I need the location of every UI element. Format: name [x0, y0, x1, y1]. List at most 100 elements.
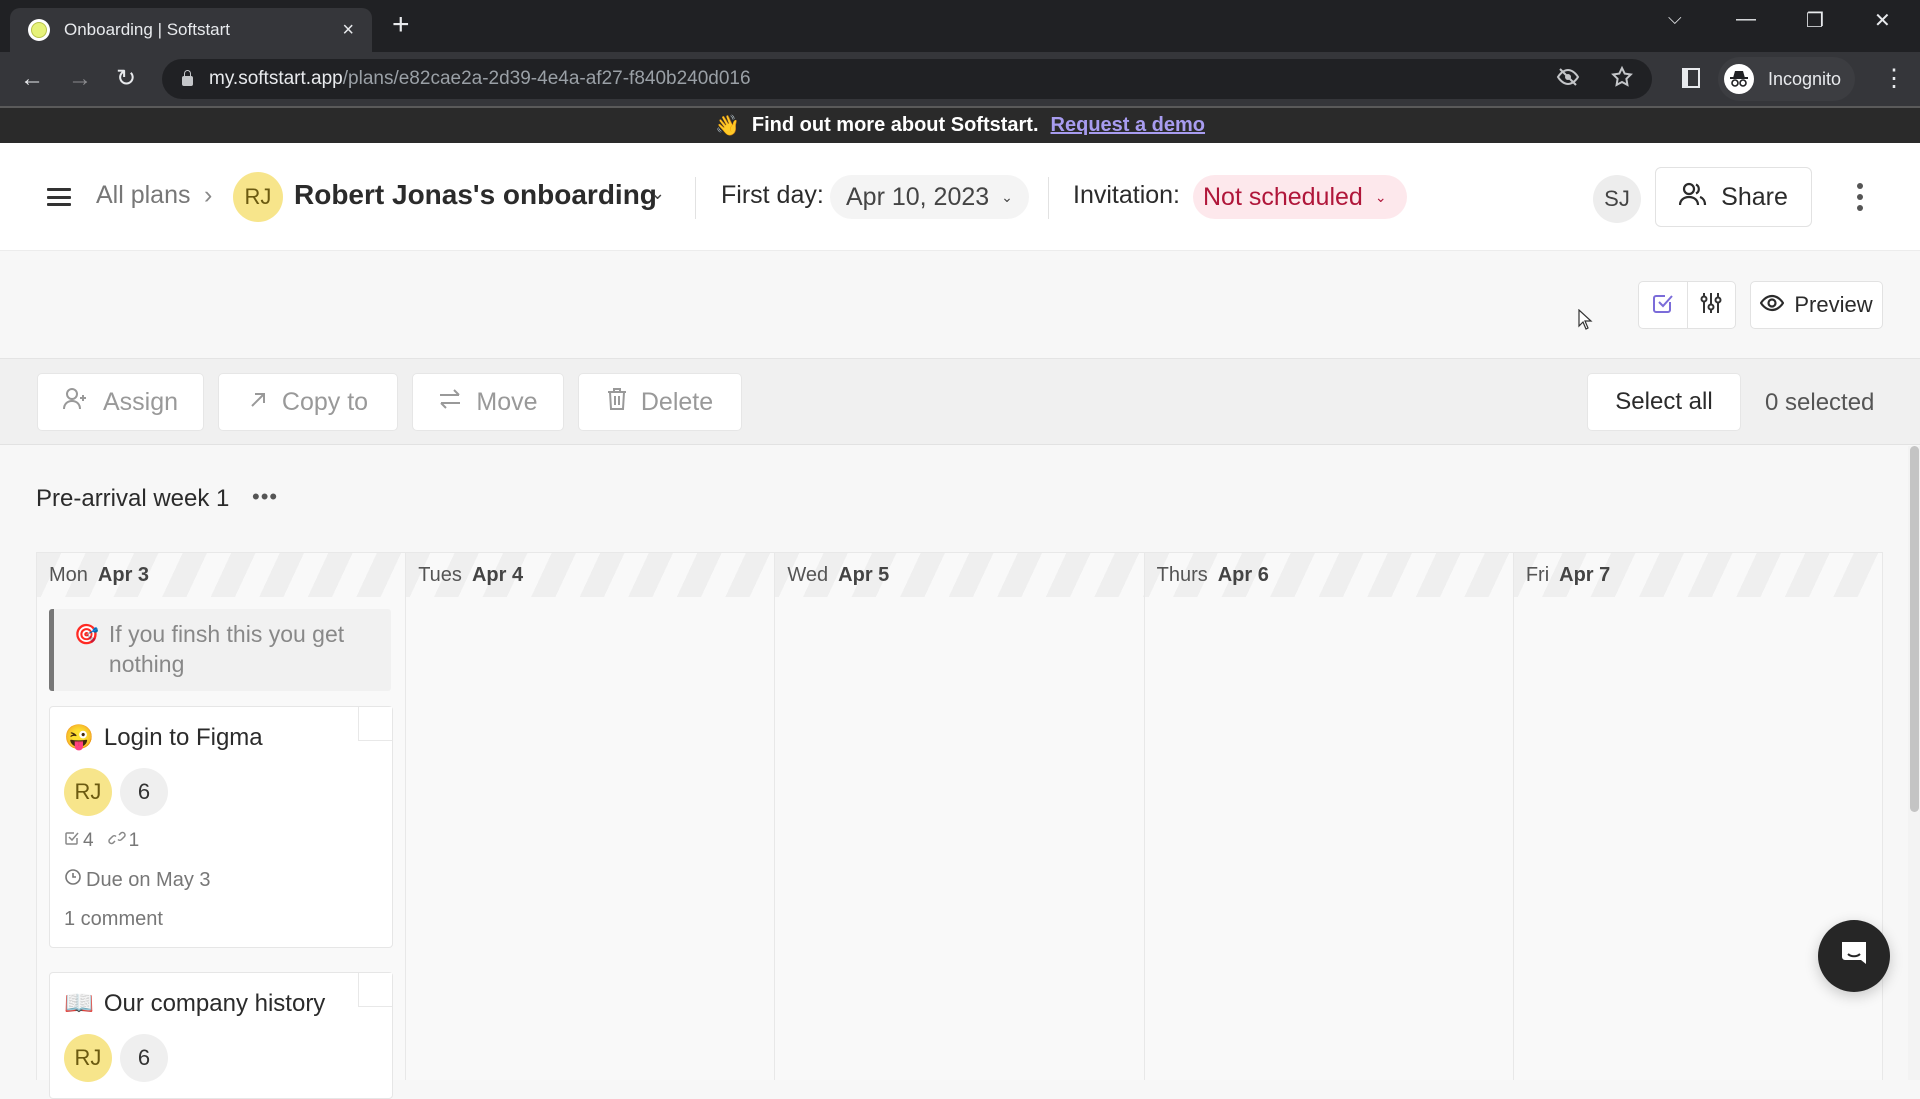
task-select-checkbox[interactable]	[358, 973, 392, 1007]
open-book-icon: 📖	[64, 990, 94, 1017]
filter-settings-button[interactable]	[1686, 282, 1736, 328]
first-day-value: Apr 10, 2023	[846, 182, 990, 211]
clock-icon	[64, 868, 82, 892]
plan-chevron-down-icon[interactable]: ⌄	[650, 183, 665, 204]
softstart-favicon-icon	[28, 19, 50, 41]
request-demo-link[interactable]: Request a demo	[1051, 114, 1205, 137]
checklist-count: 4	[83, 830, 94, 851]
plan-title[interactable]: Robert Jonas's onboarding	[294, 179, 657, 211]
scrollbar-thumb[interactable]	[1910, 446, 1919, 812]
move-button[interactable]: Move	[412, 373, 564, 431]
side-panel-icon[interactable]	[1682, 68, 1700, 88]
task-title: Login to Figma	[103, 723, 263, 751]
browser-toolbar: ← → ↻ my.softstart.app/plans/e82cae2a-2d…	[0, 52, 1920, 106]
plan-header: All plans › RJ Robert Jonas's onboarding…	[0, 143, 1920, 251]
share-button[interactable]: Share	[1655, 167, 1812, 227]
day-name: Mon	[49, 563, 88, 586]
restore-button[interactable]: ❐	[1806, 8, 1824, 33]
reload-icon[interactable]: ↻	[116, 64, 136, 94]
assignee-avatar: RJ	[64, 768, 112, 816]
invitation-status: Not scheduled	[1203, 182, 1363, 211]
arrow-up-right-icon	[248, 388, 268, 417]
checkbox-icon	[1652, 292, 1674, 319]
bookmark-star-icon[interactable]	[1610, 65, 1634, 95]
select-all-button[interactable]: Select all	[1587, 373, 1741, 431]
view-toolbar: Preview	[0, 251, 1920, 359]
browser-tab[interactable]: Onboarding | Softstart ×	[10, 8, 372, 52]
checklist-icon	[64, 830, 80, 852]
due-date: Due on May 3	[86, 868, 211, 891]
delete-button[interactable]: Delete	[578, 373, 742, 431]
mouse-cursor-icon	[1578, 308, 1594, 336]
day-column: Mon Apr 3 🎯 If you finsh this you get no…	[37, 553, 407, 1099]
tab-search-icon[interactable]: ⌵	[1668, 8, 1682, 29]
checklist-view-button[interactable]	[1639, 282, 1687, 328]
tab-title: Onboarding | Softstart	[64, 20, 231, 39]
day-name: Fri	[1525, 563, 1550, 586]
incognito-profile-button[interactable]: Incognito	[1718, 57, 1856, 101]
user-avatar[interactable]: SJ	[1593, 175, 1641, 223]
browser-menu-icon[interactable]: ⋮	[1882, 64, 1906, 93]
breadcrumb-separator-icon: ›	[204, 181, 213, 209]
view-toggle-group	[1638, 281, 1736, 329]
close-window-button[interactable]: ✕	[1874, 8, 1891, 33]
tab-close-icon[interactable]: ×	[342, 19, 354, 42]
note-card[interactable]: 🎯 If you finsh this you get nothing	[49, 609, 391, 691]
day-column: Wed Apr 5	[775, 553, 1145, 1080]
new-tab-button[interactable]: +	[392, 10, 410, 40]
bulk-action-bar: Assign Copy to Move Delete Select all 0 …	[0, 359, 1920, 445]
users-icon	[1679, 181, 1707, 214]
day-header: Fri Apr 7	[1513, 553, 1883, 597]
minimize-button[interactable]: —	[1736, 8, 1756, 31]
chat-support-button[interactable]	[1818, 920, 1890, 992]
note-text: If you finsh this you get nothing	[108, 621, 345, 677]
promo-banner: 👋 Find out more about Softstart. Request…	[0, 106, 1920, 143]
assign-label: Assign	[102, 387, 179, 416]
section-more-icon[interactable]: •••	[252, 484, 278, 510]
preview-label: Preview	[1794, 292, 1873, 317]
assignee-count: 6	[120, 768, 168, 816]
chevron-down-icon: ⌄	[1374, 188, 1387, 205]
day-header: Tues Apr 4	[406, 553, 775, 597]
day-date: Apr 6	[1217, 563, 1269, 586]
eye-off-icon[interactable]	[1556, 65, 1580, 95]
day-header: Thurs Apr 6	[1144, 553, 1513, 597]
menu-icon[interactable]	[47, 188, 71, 206]
day-name: Wed	[787, 563, 829, 586]
task-card[interactable]: 😜 Login to Figma RJ 6 4 1 Due on May 3 1…	[49, 706, 393, 948]
plan-avatar: RJ	[233, 172, 283, 222]
comment-count[interactable]: 1 comment	[64, 908, 378, 931]
banner-text: Find out more about Softstart.	[751, 114, 1039, 136]
trash-icon	[607, 387, 627, 418]
day-date: Apr 4	[471, 563, 524, 586]
divider	[1048, 177, 1049, 219]
assign-button[interactable]: Assign	[37, 373, 204, 431]
link-count: 1	[128, 830, 140, 851]
task-select-checkbox[interactable]	[358, 707, 392, 741]
user-plus-icon	[62, 387, 89, 418]
preview-button[interactable]: Preview	[1750, 281, 1883, 329]
invitation-status-dropdown[interactable]: Not scheduled ⌄	[1193, 175, 1407, 219]
divider	[695, 177, 696, 219]
chevron-down-icon: ⌄	[1001, 188, 1013, 205]
more-options-icon[interactable]	[1857, 183, 1863, 211]
swap-arrows-icon	[438, 388, 462, 417]
sliders-icon	[1700, 291, 1722, 320]
browser-tabbar: Onboarding | Softstart × + ⌵ — ❐ ✕	[0, 0, 1920, 52]
share-label: Share	[1721, 182, 1788, 211]
incognito-icon	[1724, 64, 1754, 94]
copy-to-button[interactable]: Copy to	[218, 373, 398, 431]
day-column: Fri Apr 7	[1513, 553, 1883, 1080]
week-calendar: Mon Apr 3 🎯 If you finsh this you get no…	[36, 552, 1883, 1099]
copy-to-label: Copy to	[281, 387, 369, 416]
first-day-picker[interactable]: Apr 10, 2023 ⌄	[830, 175, 1029, 219]
forward-icon[interactable]: →	[68, 64, 92, 94]
assignee-avatar: RJ	[64, 1034, 112, 1082]
day-date: Apr 7	[1559, 563, 1611, 586]
back-icon[interactable]: ←	[20, 64, 44, 94]
vertical-scrollbar[interactable]	[1908, 446, 1920, 1080]
eye-icon	[1760, 292, 1785, 318]
link-icon	[107, 830, 126, 852]
address-bar[interactable]: my.softstart.app/plans/e82cae2a-2d39-4e4…	[162, 59, 1652, 99]
breadcrumb-all-plans[interactable]: All plans	[96, 181, 191, 210]
